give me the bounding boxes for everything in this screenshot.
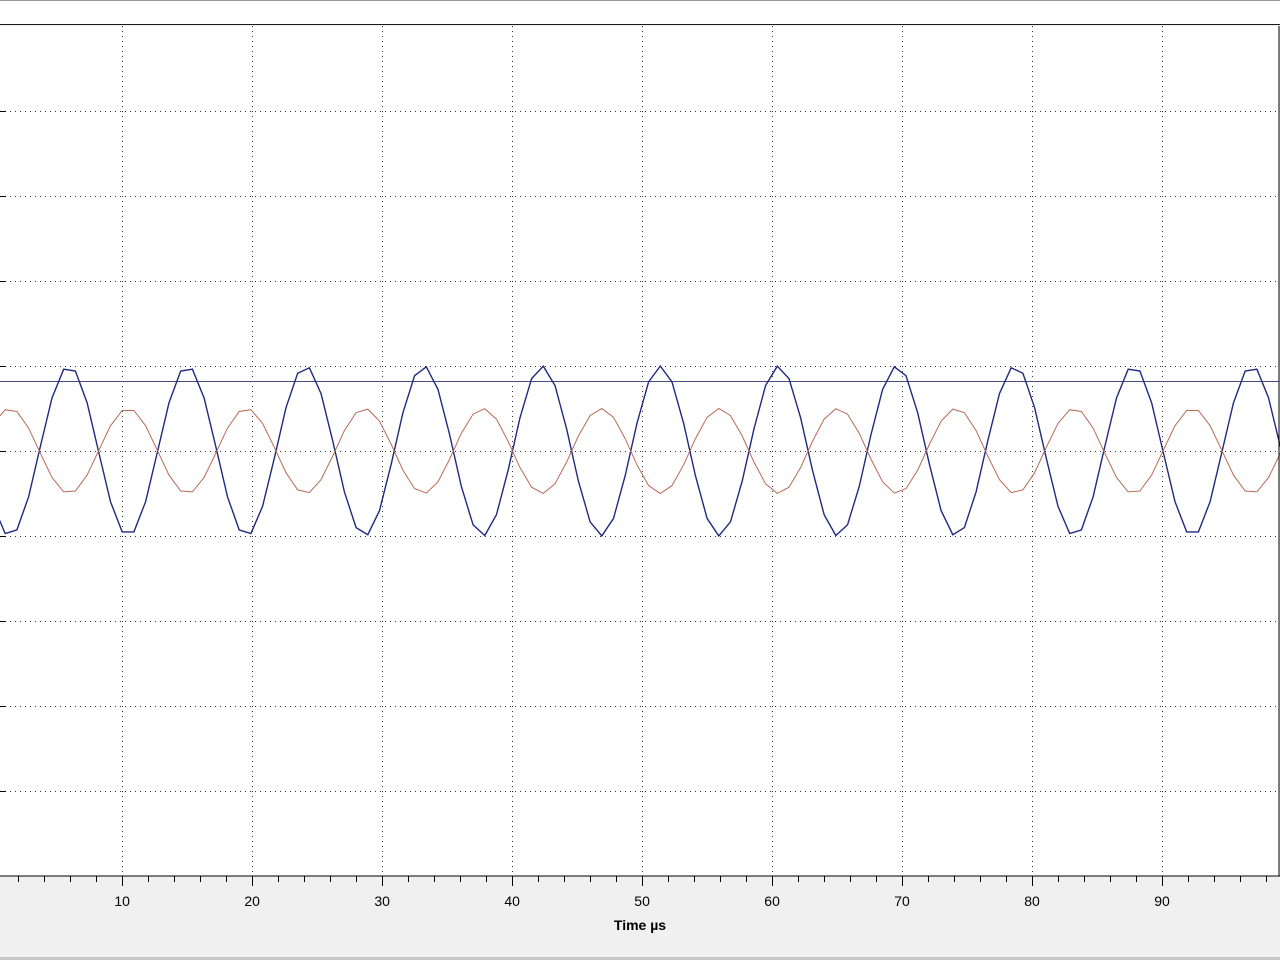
x-axis-ticks [18, 876, 1267, 886]
x-tick-label-80: 80 [1024, 893, 1040, 909]
waveform-chart[interactable]: 10 20 30 40 50 60 70 80 90 [0, 0, 1280, 960]
scope-window: 10 20 30 40 50 60 70 80 90 Time µs [0, 0, 1280, 960]
x-tick-label-20: 20 [244, 893, 260, 909]
x-tick-label-30: 30 [374, 893, 390, 909]
x-axis-tick-labels: 10 20 30 40 50 60 70 80 90 [114, 893, 1170, 909]
x-tick-label-60: 60 [764, 893, 780, 909]
x-tick-label-70: 70 [894, 893, 910, 909]
x-axis-title: Time µs [613, 917, 667, 933]
x-tick-label-40: 40 [504, 893, 520, 909]
x-tick-label-10: 10 [114, 893, 130, 909]
plot-area [0, 26, 1279, 876]
x-tick-label-90: 90 [1154, 893, 1170, 909]
x-tick-label-50: 50 [634, 893, 650, 909]
